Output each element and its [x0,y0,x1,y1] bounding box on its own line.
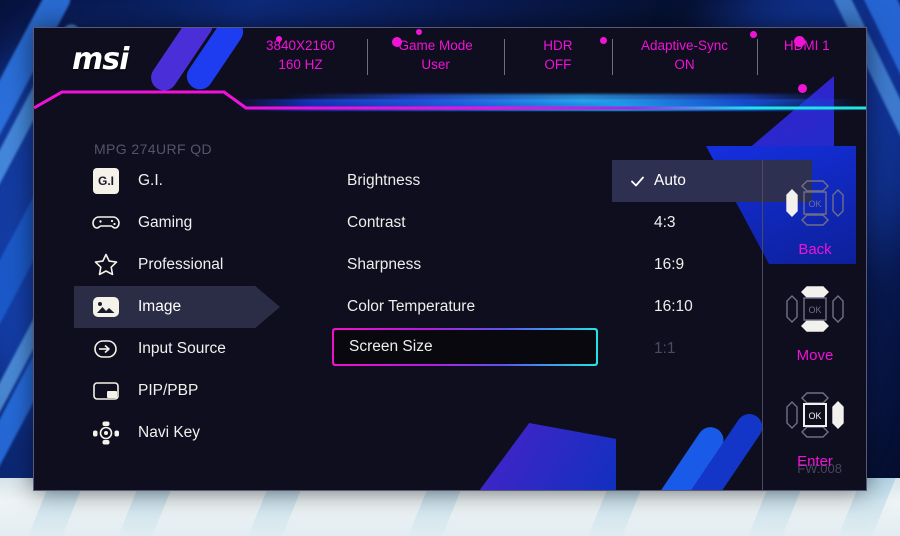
msi-logo: msi [72,42,129,77]
star-icon [91,250,121,280]
setting-row-contrast[interactable]: Contrast [332,202,612,244]
setting-row-sharpness[interactable]: Sharpness [332,244,612,286]
nav-back[interactable]: OK Back [763,172,866,258]
nav-label: Enter [797,453,833,470]
sidebar-item-label: Gaming [138,214,193,231]
nav-label: Back [798,241,832,258]
svg-text:OK: OK [808,411,821,421]
navigation-hints: OK Back OK Move OK Enter [762,160,866,490]
nav-move[interactable]: OK Move [763,278,866,364]
svg-text:OK: OK [808,305,821,315]
focus-outline: Screen Size [332,328,598,366]
sidebar-item-pip-pbp[interactable]: PIP/PBP [34,370,302,412]
value-label: 4:3 [654,214,676,231]
divider-line [34,90,866,110]
header-item-line1: HDMI 1 [783,38,830,53]
gamepad-icon [91,208,121,238]
sidebar-menu: G.I G.I. Gaming Professional Image Input… [34,160,302,454]
header-item-line1: HDR [543,38,573,53]
check-icon [630,174,645,189]
navi-enter-icon: OK [786,392,844,438]
header-item-hdr: HDR OFF [504,36,611,75]
header-item-input: HDMI 1 [757,36,856,75]
sidebar-item-label: Image [138,298,182,315]
osd-header: msi 3840X2160 160 HZ Game Mode User HDR … [34,28,866,93]
header-item-line2: User [421,57,450,72]
sidebar-item-label: Navi Key [138,424,201,441]
setting-label: Brightness [347,172,421,189]
osd-body: G.I G.I. Gaming Professional Image Input… [34,160,866,490]
header-item-line1: 3840X2160 [265,38,336,53]
setting-label: Contrast [347,214,406,231]
sidebar-item-label: Input Source [138,340,226,357]
header-item-line2: ON [674,57,695,72]
nav-label: Move [796,347,834,364]
sidebar-item-navi-key[interactable]: Navi Key [34,412,302,454]
header-status-group: 3840X2160 160 HZ Game Mode User HDR OFF … [234,36,856,75]
sidebar-item-professional[interactable]: Professional [34,244,302,286]
header-item-adaptive-sync: Adaptive-Sync ON [611,36,758,75]
monitor-model: MPG 274URF QD [94,141,212,157]
value-label: 16:9 [654,256,685,273]
value-label: Auto [654,172,686,189]
sidebar-item-gi[interactable]: G.I G.I. [34,160,302,202]
sidebar-item-label: Professional [138,256,224,273]
sidebar-item-image[interactable]: Image [34,286,302,328]
navi-back-icon: OK [786,180,844,226]
setting-row-screen-size[interactable]: Screen Size [332,328,612,370]
sidebar-item-gaming[interactable]: Gaming [34,202,302,244]
nav-enter[interactable]: OK Enter [763,384,866,470]
setting-label: Screen Size [349,338,433,355]
navi-key-icon [91,418,121,448]
image-icon [91,292,121,322]
setting-row-color-temperature[interactable]: Color Temperature [332,286,612,328]
header-item-line1: Game Mode [398,38,473,53]
settings-list: Brightness Contrast Sharpness Color Temp… [332,160,612,370]
pip-pbp-icon [91,376,121,406]
sidebar-item-label: PIP/PBP [138,382,199,399]
value-label: 1:1 [654,340,676,357]
header-item-line2: OFF [544,57,572,72]
header-item-resolution: 3840X2160 160 HZ [234,36,367,74]
navi-move-icon: OK [786,286,844,332]
input-source-icon [91,334,121,364]
osd-panel: msi 3840X2160 160 HZ Game Mode User HDR … [33,27,867,491]
sidebar-item-input-source[interactable]: Input Source [34,328,302,370]
header-item-line2: 160 HZ [278,57,323,72]
svg-text:OK: OK [808,199,821,209]
decor-dot [416,29,422,35]
gi-icon: G.I [91,166,121,196]
header-item-line1: Adaptive-Sync [640,38,728,53]
setting-label: Color Temperature [347,298,476,315]
setting-label: Sharpness [347,256,422,273]
value-label: 16:10 [654,298,693,315]
sidebar-item-label: G.I. [138,172,163,189]
setting-row-brightness[interactable]: Brightness [332,160,612,202]
header-divider [34,86,866,116]
decor-dot [798,84,807,93]
header-item-game-mode: Game Mode User [367,36,504,75]
